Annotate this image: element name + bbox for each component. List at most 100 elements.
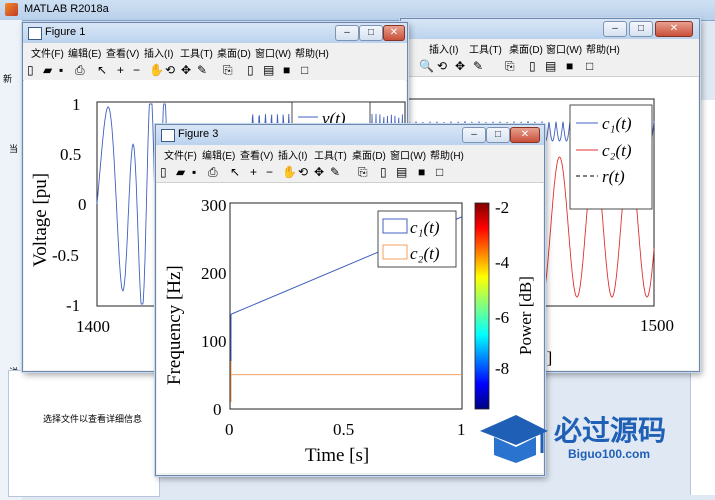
- menu-tools[interactable]: 工具(T): [314, 147, 347, 162]
- figure-3-title-bar[interactable]: Figure 3 – □ ✕: [156, 125, 544, 145]
- figure-1-title: Figure 1: [45, 26, 86, 38]
- colorbar-ticks: -2 -4 -6 -8: [495, 198, 510, 378]
- watermark-logo: 必过源码 Biguo100.com: [478, 405, 713, 467]
- zoom-out-icon[interactable]: 🔍: [419, 59, 434, 73]
- y-ticks: 300 200 100 0: [201, 196, 227, 419]
- hide-plot-tools-icon[interactable]: ■: [566, 59, 579, 73]
- x-tick-label: 1400: [76, 317, 110, 336]
- print-icon[interactable]: ⎙: [208, 165, 221, 179]
- menu-view[interactable]: 查看(V): [240, 147, 273, 162]
- figure-1-menubar: 文件(F) 编辑(E) 查看(V) 插入(I) 工具(T) 桌面(D) 窗口(W…: [23, 43, 407, 60]
- data-cursor-icon[interactable]: ✥: [181, 63, 194, 77]
- open-icon[interactable]: ▰: [176, 165, 189, 179]
- brush-icon[interactable]: ✎: [330, 165, 343, 179]
- menu-file[interactable]: 文件(F): [31, 45, 64, 60]
- menu-edit[interactable]: 编辑(E): [202, 147, 235, 162]
- y-tick-label: 0: [78, 195, 87, 214]
- watermark-text: 必过源码: [554, 414, 667, 447]
- menu-insert[interactable]: 插入(I): [429, 41, 458, 56]
- details-hint: 选择文件以查看详细信息: [43, 414, 143, 424]
- colorbar-icon[interactable]: ▯: [529, 59, 542, 73]
- show-plot-tools-icon[interactable]: □: [301, 63, 314, 77]
- colorbar: [474, 202, 490, 410]
- menu-window[interactable]: 窗口(W): [390, 147, 426, 162]
- print-icon[interactable]: ⎙: [75, 63, 88, 77]
- pan-icon[interactable]: ✋: [149, 63, 164, 77]
- colorbar-icon[interactable]: ▯: [247, 63, 260, 77]
- menu-desktop[interactable]: 桌面(D): [217, 45, 251, 60]
- matlab-logo-icon: [5, 3, 18, 16]
- link-icon[interactable]: ⎘: [505, 59, 518, 73]
- rotate-icon[interactable]: ⟲: [437, 59, 450, 73]
- save-icon[interactable]: ▪: [59, 63, 72, 77]
- brush-icon[interactable]: ✎: [197, 63, 210, 77]
- maximize-button[interactable]: □: [486, 127, 510, 143]
- menu-desktop[interactable]: 桌面(D): [352, 147, 386, 162]
- zoom-in-icon[interactable]: +: [250, 165, 263, 179]
- menu-desktop[interactable]: 桌面(D): [509, 41, 543, 56]
- figure-2-legend: c₁(t) c₂(t) r(t): [569, 104, 653, 210]
- link-icon[interactable]: ⎘: [358, 165, 371, 179]
- save-icon[interactable]: ▪: [192, 165, 205, 179]
- show-plot-tools-icon[interactable]: □: [436, 165, 449, 179]
- hide-plot-tools-icon[interactable]: ■: [418, 165, 431, 179]
- side-label: 当: [9, 144, 19, 154]
- legend-label-c2: c₂(t): [602, 141, 632, 160]
- data-cursor-icon[interactable]: ✥: [455, 59, 468, 73]
- legend-icon[interactable]: ▤: [545, 59, 558, 73]
- show-plot-tools-icon[interactable]: □: [586, 59, 599, 73]
- figure-3-menubar: 文件(F) 编辑(E) 查看(V) 插入(I) 工具(T) 桌面(D) 窗口(W…: [156, 145, 544, 162]
- minimize-button[interactable]: –: [335, 25, 359, 41]
- menu-help[interactable]: 帮助(H): [295, 45, 329, 60]
- y-tick-label: 100: [201, 332, 227, 351]
- colorbar-icon[interactable]: ▯: [380, 165, 393, 179]
- figure-1-title-bar[interactable]: Figure 1 – □ ✕: [23, 23, 407, 43]
- watermark-subtext: Biguo100.com: [568, 447, 651, 461]
- menu-edit[interactable]: 编辑(E): [68, 45, 101, 60]
- pointer-icon[interactable]: ↖: [97, 63, 110, 77]
- figure-2-toolbar: 🔍 ⟲ ✥ ✎ ⎘ ▯ ▤ ■ □: [401, 56, 699, 77]
- maximize-button[interactable]: □: [359, 25, 383, 41]
- menu-tools[interactable]: 工具(T): [180, 45, 213, 60]
- new-figure-icon[interactable]: ▯: [160, 165, 173, 179]
- menu-file[interactable]: 文件(F): [164, 147, 197, 162]
- colorbar-label: Power [dB]: [516, 276, 535, 355]
- colorbar-tick-label: -6: [495, 308, 509, 327]
- close-button[interactable]: ✕: [510, 127, 540, 143]
- menu-insert[interactable]: 插入(I): [278, 147, 307, 162]
- x-tick-label: 1500: [640, 316, 674, 335]
- data-cursor-icon[interactable]: ✥: [314, 165, 327, 179]
- zoom-out-icon[interactable]: −: [266, 165, 279, 179]
- menu-window[interactable]: 窗口(W): [255, 45, 291, 60]
- y-axis-label: Frequency [Hz]: [164, 265, 185, 385]
- colorbar-tick-label: -4: [495, 253, 510, 272]
- figure-2-title-bar[interactable]: – □ ✕: [401, 19, 699, 39]
- zoom-out-icon[interactable]: −: [133, 63, 146, 77]
- legend-icon[interactable]: ▤: [396, 165, 409, 179]
- minimize-button[interactable]: –: [603, 21, 627, 37]
- new-figure-icon[interactable]: ▯: [27, 63, 40, 77]
- figure-1-toolbar: ▯ ▰ ▪ ⎙ ↖ + − ✋ ⟲ ✥ ✎ ⎘ ▯ ▤ ■ □: [23, 60, 407, 81]
- pan-icon[interactable]: ✋: [282, 165, 297, 179]
- menu-insert[interactable]: 插入(I): [144, 45, 173, 60]
- hide-plot-tools-icon[interactable]: ■: [283, 63, 296, 77]
- maximize-button[interactable]: □: [629, 21, 653, 37]
- y-tick-label: 1: [72, 95, 81, 114]
- rotate-icon[interactable]: ⟲: [165, 63, 178, 77]
- menu-window[interactable]: 窗口(W): [546, 41, 582, 56]
- menu-help[interactable]: 帮助(H): [430, 147, 464, 162]
- close-button[interactable]: ✕: [655, 21, 693, 37]
- link-icon[interactable]: ⎘: [223, 63, 236, 77]
- open-icon[interactable]: ▰: [43, 63, 56, 77]
- legend-icon[interactable]: ▤: [263, 63, 276, 77]
- menu-tools[interactable]: 工具(T): [469, 41, 502, 56]
- minimize-button[interactable]: –: [462, 127, 486, 143]
- zoom-in-icon[interactable]: +: [117, 63, 130, 77]
- menu-view[interactable]: 查看(V): [106, 45, 139, 60]
- rotate-icon[interactable]: ⟲: [298, 165, 311, 179]
- y-tick-label: -1: [66, 296, 80, 315]
- brush-icon[interactable]: ✎: [473, 59, 486, 73]
- close-button[interactable]: ✕: [383, 25, 405, 41]
- menu-help[interactable]: 帮助(H): [586, 41, 620, 56]
- pointer-icon[interactable]: ↖: [230, 165, 243, 179]
